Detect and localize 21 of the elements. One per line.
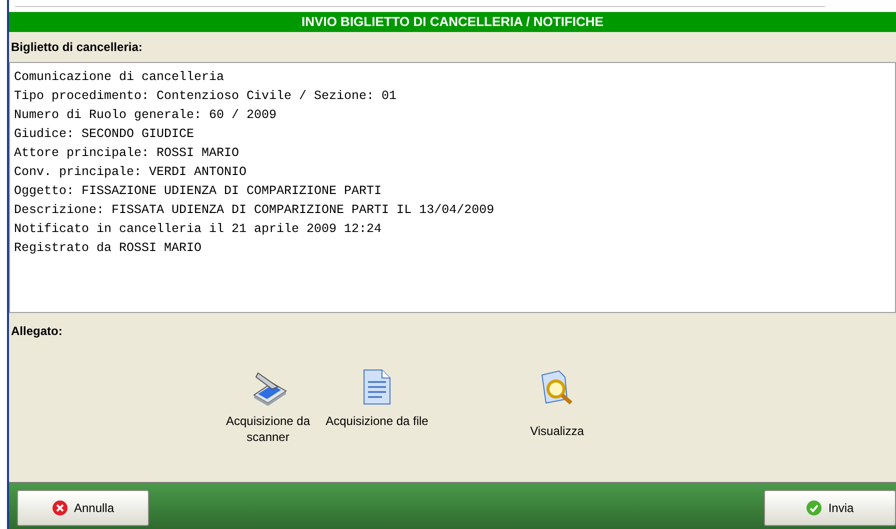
- attachment-action[interactable]: Visualizza: [497, 361, 617, 439]
- close-icon: [52, 500, 68, 516]
- attachment-action[interactable]: Acquisizione da file: [317, 361, 437, 429]
- note-line: Notificato in cancelleria il 21 aprile 2009 12:24: [14, 221, 382, 238]
- note-text-area[interactable]: [9, 62, 896, 313]
- note-line: Numero di Ruolo generale: 60 / 2009: [14, 107, 277, 124]
- attachment-action[interactable]: Acquisizione da scanner: [219, 361, 317, 445]
- note-line: Giudice: SECONDO GIUDICE: [14, 126, 194, 143]
- field-label: Allegato:: [11, 323, 62, 340]
- note-line: Tipo procedimento: Contenzioso Civile / Sezione: 01: [14, 88, 397, 105]
- note-line: Registrato da ROSSI MARIO: [14, 240, 202, 257]
- dialog-title: INVIO BIGLIETTO DI CANCELLERIA / NOTIFICHE: [9, 12, 896, 32]
- note-line: Descrizione: FISSATA UDIENZA DI COMPARIZIONE PARTI IL 13/04/2009: [14, 202, 494, 219]
- note-line: Attore principale: ROSSI MARIO: [14, 145, 240, 162]
- note-line: Comunicazione di cancelleria: [14, 69, 224, 86]
- field-label: Biglietto di cancelleria:: [11, 39, 142, 56]
- check-icon: [806, 500, 822, 516]
- send-button[interactable]: Invia: [764, 490, 896, 526]
- note-line: Oggetto: FISSAZIONE UDIENZA DI COMPARIZIONE PARTI: [14, 183, 382, 200]
- cancel-button[interactable]: Annulla: [17, 490, 149, 526]
- note-line: Conv. principale: VERDI ANTONIO: [14, 164, 247, 181]
